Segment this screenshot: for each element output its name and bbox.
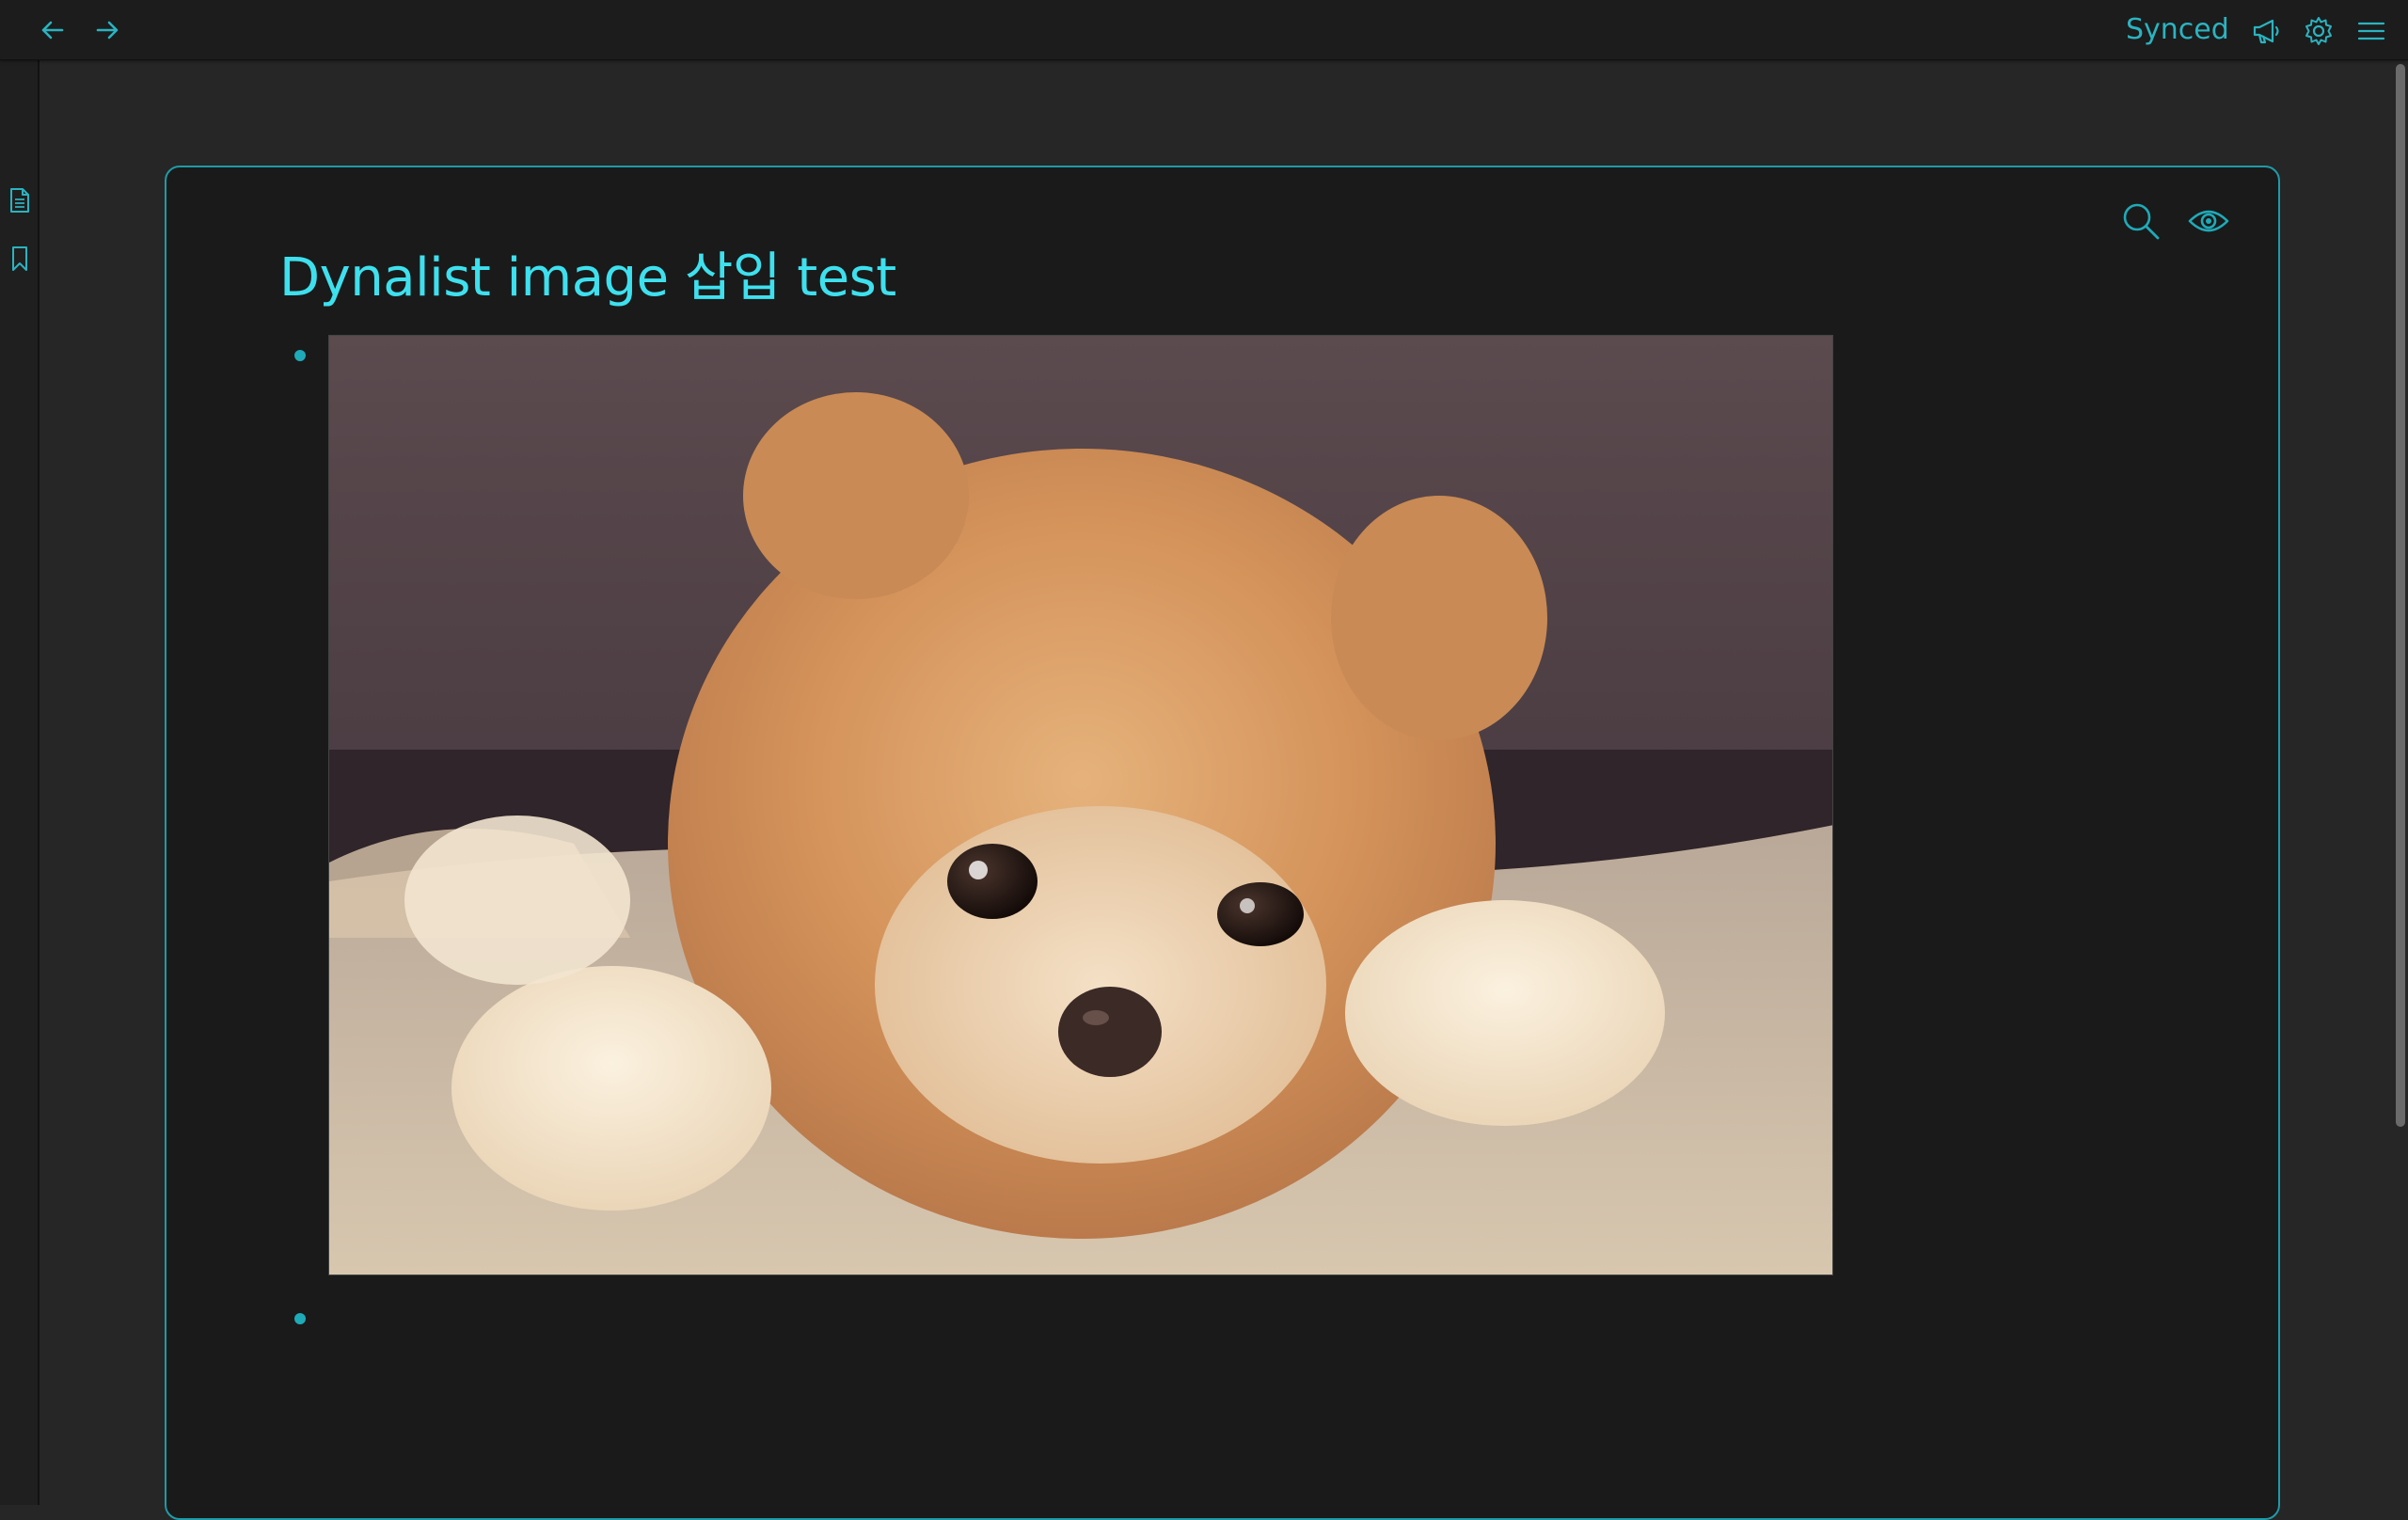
embedded-image[interactable]: [328, 335, 1833, 1275]
back-button[interactable]: [36, 13, 70, 47]
puppy-photo: [329, 336, 1832, 1275]
item-bullet[interactable]: [294, 1313, 306, 1324]
forward-button[interactable]: [90, 13, 124, 47]
document-icon: [10, 188, 29, 213]
main-menu-button[interactable]: [2353, 13, 2389, 49]
arrow-left-icon: [41, 21, 64, 40]
file-pane-button[interactable]: [8, 186, 32, 214]
search-icon: [2123, 203, 2160, 240]
arrow-right-icon: [96, 21, 119, 40]
sync-status: Synced: [2126, 13, 2229, 46]
search-button[interactable]: [2119, 199, 2162, 243]
hamburger-menu-icon: [2357, 22, 2385, 40]
left-sidebar-rail: [0, 60, 40, 1505]
bookmarks-pane-button[interactable]: [8, 245, 32, 273]
view-mode-button[interactable]: [2187, 199, 2230, 243]
announcements-button[interactable]: [2248, 13, 2284, 49]
item-bullet[interactable]: [294, 350, 306, 361]
scrollbar-thumb[interactable]: [2396, 64, 2405, 1127]
document-title[interactable]: Dynalist image 삽입 test: [279, 235, 896, 311]
bookmark-icon: [12, 246, 27, 271]
vertical-scrollbar[interactable]: [2393, 60, 2408, 1505]
gear-icon: [2305, 17, 2332, 45]
settings-button[interactable]: [2301, 13, 2337, 49]
eye-icon: [2188, 210, 2229, 232]
empty-item-input[interactable]: [328, 1300, 1833, 1338]
document-panel: Dynalist image 삽입 test: [165, 166, 2280, 1520]
megaphone-icon: [2253, 19, 2279, 44]
top-bar: Synced: [0, 0, 2408, 60]
